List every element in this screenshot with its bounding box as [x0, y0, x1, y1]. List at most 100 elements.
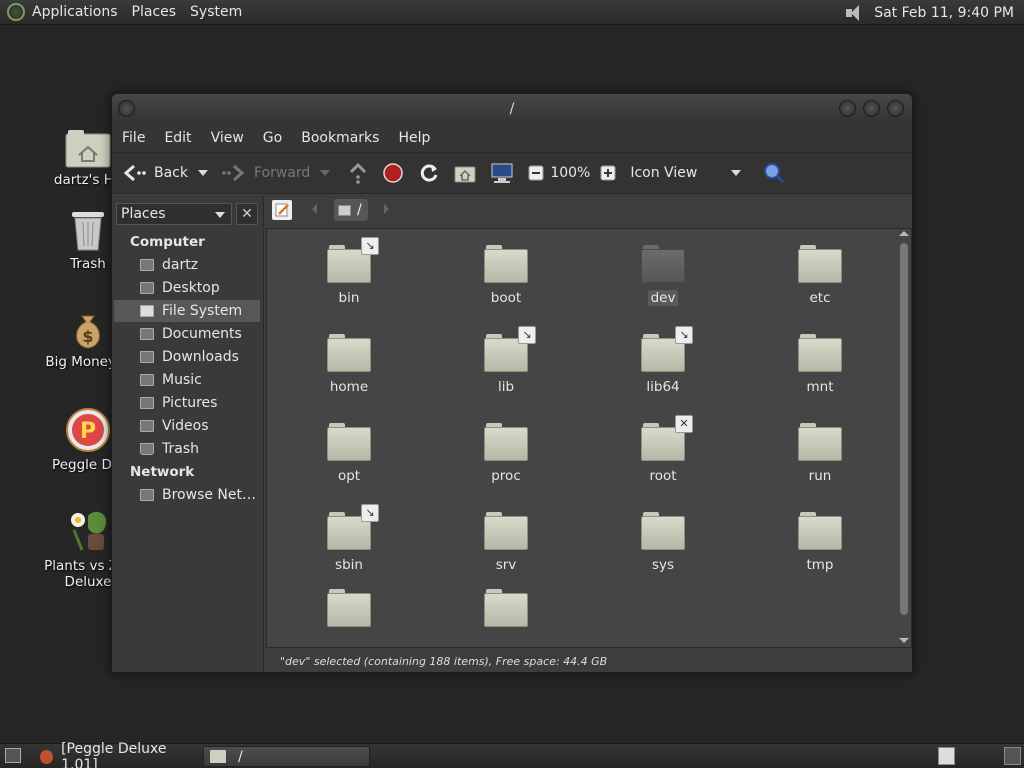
forward-history-dropdown-icon[interactable] — [320, 170, 331, 176]
task-file-manager[interactable]: / — [203, 746, 370, 767]
folder-item[interactable]: proc — [446, 423, 566, 484]
location-edit-button[interactable] — [272, 200, 292, 220]
gnome-logo-icon[interactable] — [7, 3, 25, 21]
symlink-emblem-icon: ↘ — [361, 504, 379, 522]
scrollbar-thumb[interactable] — [900, 243, 908, 615]
sidebar-item-file-system[interactable]: File System — [114, 300, 260, 322]
folder-icon: ↘ — [327, 504, 379, 550]
up-button[interactable] — [348, 162, 368, 184]
folder-icon — [641, 512, 685, 550]
folder-item[interactable]: boot — [446, 245, 566, 306]
back-button[interactable]: Back — [122, 163, 208, 183]
sidebar-item-desktop[interactable]: Desktop — [114, 277, 260, 299]
vertical-scrollbar[interactable] — [899, 231, 909, 643]
sidebar-type-select[interactable]: Places — [116, 203, 232, 225]
folder-item[interactable]: srv — [446, 512, 566, 573]
search-button[interactable] — [763, 162, 785, 184]
show-desktop-icon[interactable] — [5, 748, 21, 763]
folder-item[interactable] — [289, 589, 409, 634]
folder-icon — [327, 423, 371, 461]
close-button[interactable] — [887, 100, 904, 117]
bottom-panel: [Peggle Deluxe 1.01] / — [0, 741, 1024, 768]
folder-item[interactable]: tmp — [760, 512, 880, 573]
folder-icon: ↘ — [327, 237, 379, 283]
trash-applet-icon[interactable] — [1004, 747, 1021, 765]
menu-go[interactable]: Go — [263, 130, 282, 146]
sidebar-item-dartz[interactable]: dartz — [114, 254, 260, 276]
menu-view[interactable]: View — [211, 130, 244, 146]
folder-item[interactable]: mnt — [760, 334, 880, 395]
sidebar-item-videos[interactable]: Videos — [114, 415, 260, 437]
folder-item[interactable]: sys — [603, 512, 723, 573]
menu-file[interactable]: File — [122, 130, 145, 146]
workspace-switcher-icon[interactable] — [938, 747, 955, 765]
folder-item[interactable]: home — [289, 334, 409, 395]
folder-icon — [210, 750, 226, 763]
scroll-down-icon[interactable] — [899, 638, 909, 643]
folder-item[interactable]: ↘ lib — [446, 326, 566, 395]
forward-arrow-icon — [222, 164, 245, 182]
music-folder-icon — [140, 374, 154, 386]
applications-menu[interactable]: Applications — [32, 4, 118, 20]
computer-button[interactable] — [490, 162, 514, 184]
scroll-up-icon[interactable] — [899, 231, 909, 236]
folder-name: mnt — [806, 379, 834, 395]
clock[interactable]: Sat Feb 11, 9:40 PM — [874, 5, 1014, 21]
places-menu[interactable]: Places — [132, 4, 177, 20]
folder-item[interactable] — [446, 589, 566, 634]
sidebar-item-documents[interactable]: Documents — [114, 323, 260, 345]
up-arrow-icon — [350, 162, 367, 184]
forward-label: Forward — [254, 165, 311, 181]
task-peggle[interactable]: [Peggle Deluxe 1.01] — [34, 741, 198, 768]
symlink-emblem-icon: ↘ — [518, 326, 536, 344]
sidebar-item-trash[interactable]: Trash — [114, 438, 260, 460]
reload-icon — [421, 164, 438, 182]
path-left-arrow-icon[interactable] — [312, 204, 317, 214]
folder-icon — [484, 589, 528, 627]
folder-item[interactable]: ↘ lib64 — [603, 326, 723, 395]
back-history-dropdown-icon[interactable] — [198, 170, 208, 176]
sidebar-item-label: Documents — [162, 326, 242, 342]
sidebar-close-button[interactable]: ✕ — [236, 203, 258, 225]
path-right-arrow-icon[interactable] — [384, 204, 389, 214]
zoom-out-button[interactable] — [528, 165, 544, 181]
sidebar-item-pictures[interactable]: Pictures — [114, 392, 260, 414]
menu-help[interactable]: Help — [398, 130, 430, 146]
view-mode-select[interactable]: Icon View — [630, 165, 742, 181]
forward-button[interactable]: Forward — [222, 163, 331, 183]
folder-item[interactable]: run — [760, 423, 880, 484]
sidebar-item-label: Music — [162, 372, 202, 388]
folder-item[interactable]: opt — [289, 423, 409, 484]
folder-item[interactable]: dev — [603, 245, 723, 306]
titlebar[interactable]: / — [112, 94, 912, 124]
maximize-button[interactable] — [863, 100, 880, 117]
sidebar-item-music[interactable]: Music — [114, 369, 260, 391]
folder-item[interactable]: ↘ bin — [289, 237, 409, 306]
volume-icon[interactable] — [844, 4, 864, 22]
menu-bookmarks[interactable]: Bookmarks — [301, 130, 379, 146]
sidebar-item-downloads[interactable]: Downloads — [114, 346, 260, 368]
menu-edit[interactable]: Edit — [164, 130, 191, 146]
system-menu[interactable]: System — [190, 4, 242, 20]
pictures-folder-icon — [140, 397, 154, 409]
folder-icon: ↘ — [641, 326, 693, 372]
symlink-emblem-icon: ↘ — [675, 326, 693, 344]
svg-text:P: P — [80, 419, 96, 444]
home-button[interactable] — [454, 163, 476, 183]
sidebar-item-browse-network[interactable]: Browse Net… — [114, 484, 260, 506]
icon-view[interactable]: ↘ bin boot dev etc home ↘ lib ↘ lib64 mnt opt proc ✕ r… — [266, 228, 912, 648]
folder-item[interactable]: etc — [760, 245, 880, 306]
folder-icon — [798, 423, 842, 461]
path-root-button[interactable]: / — [334, 199, 368, 221]
folder-icon: ✕ — [641, 415, 693, 461]
folder-item[interactable]: ↘ sbin — [289, 504, 409, 573]
stop-button[interactable] — [382, 162, 404, 184]
path-root-label: / — [357, 202, 362, 218]
folder-item[interactable]: ✕ root — [603, 415, 723, 484]
folder-name: lib64 — [646, 379, 680, 395]
minimize-button[interactable] — [839, 100, 856, 117]
reload-button[interactable] — [418, 162, 440, 184]
zoom-in-button[interactable] — [600, 165, 616, 181]
peggle-icon: P — [65, 407, 111, 453]
sidebar-item-label: dartz — [162, 257, 199, 273]
